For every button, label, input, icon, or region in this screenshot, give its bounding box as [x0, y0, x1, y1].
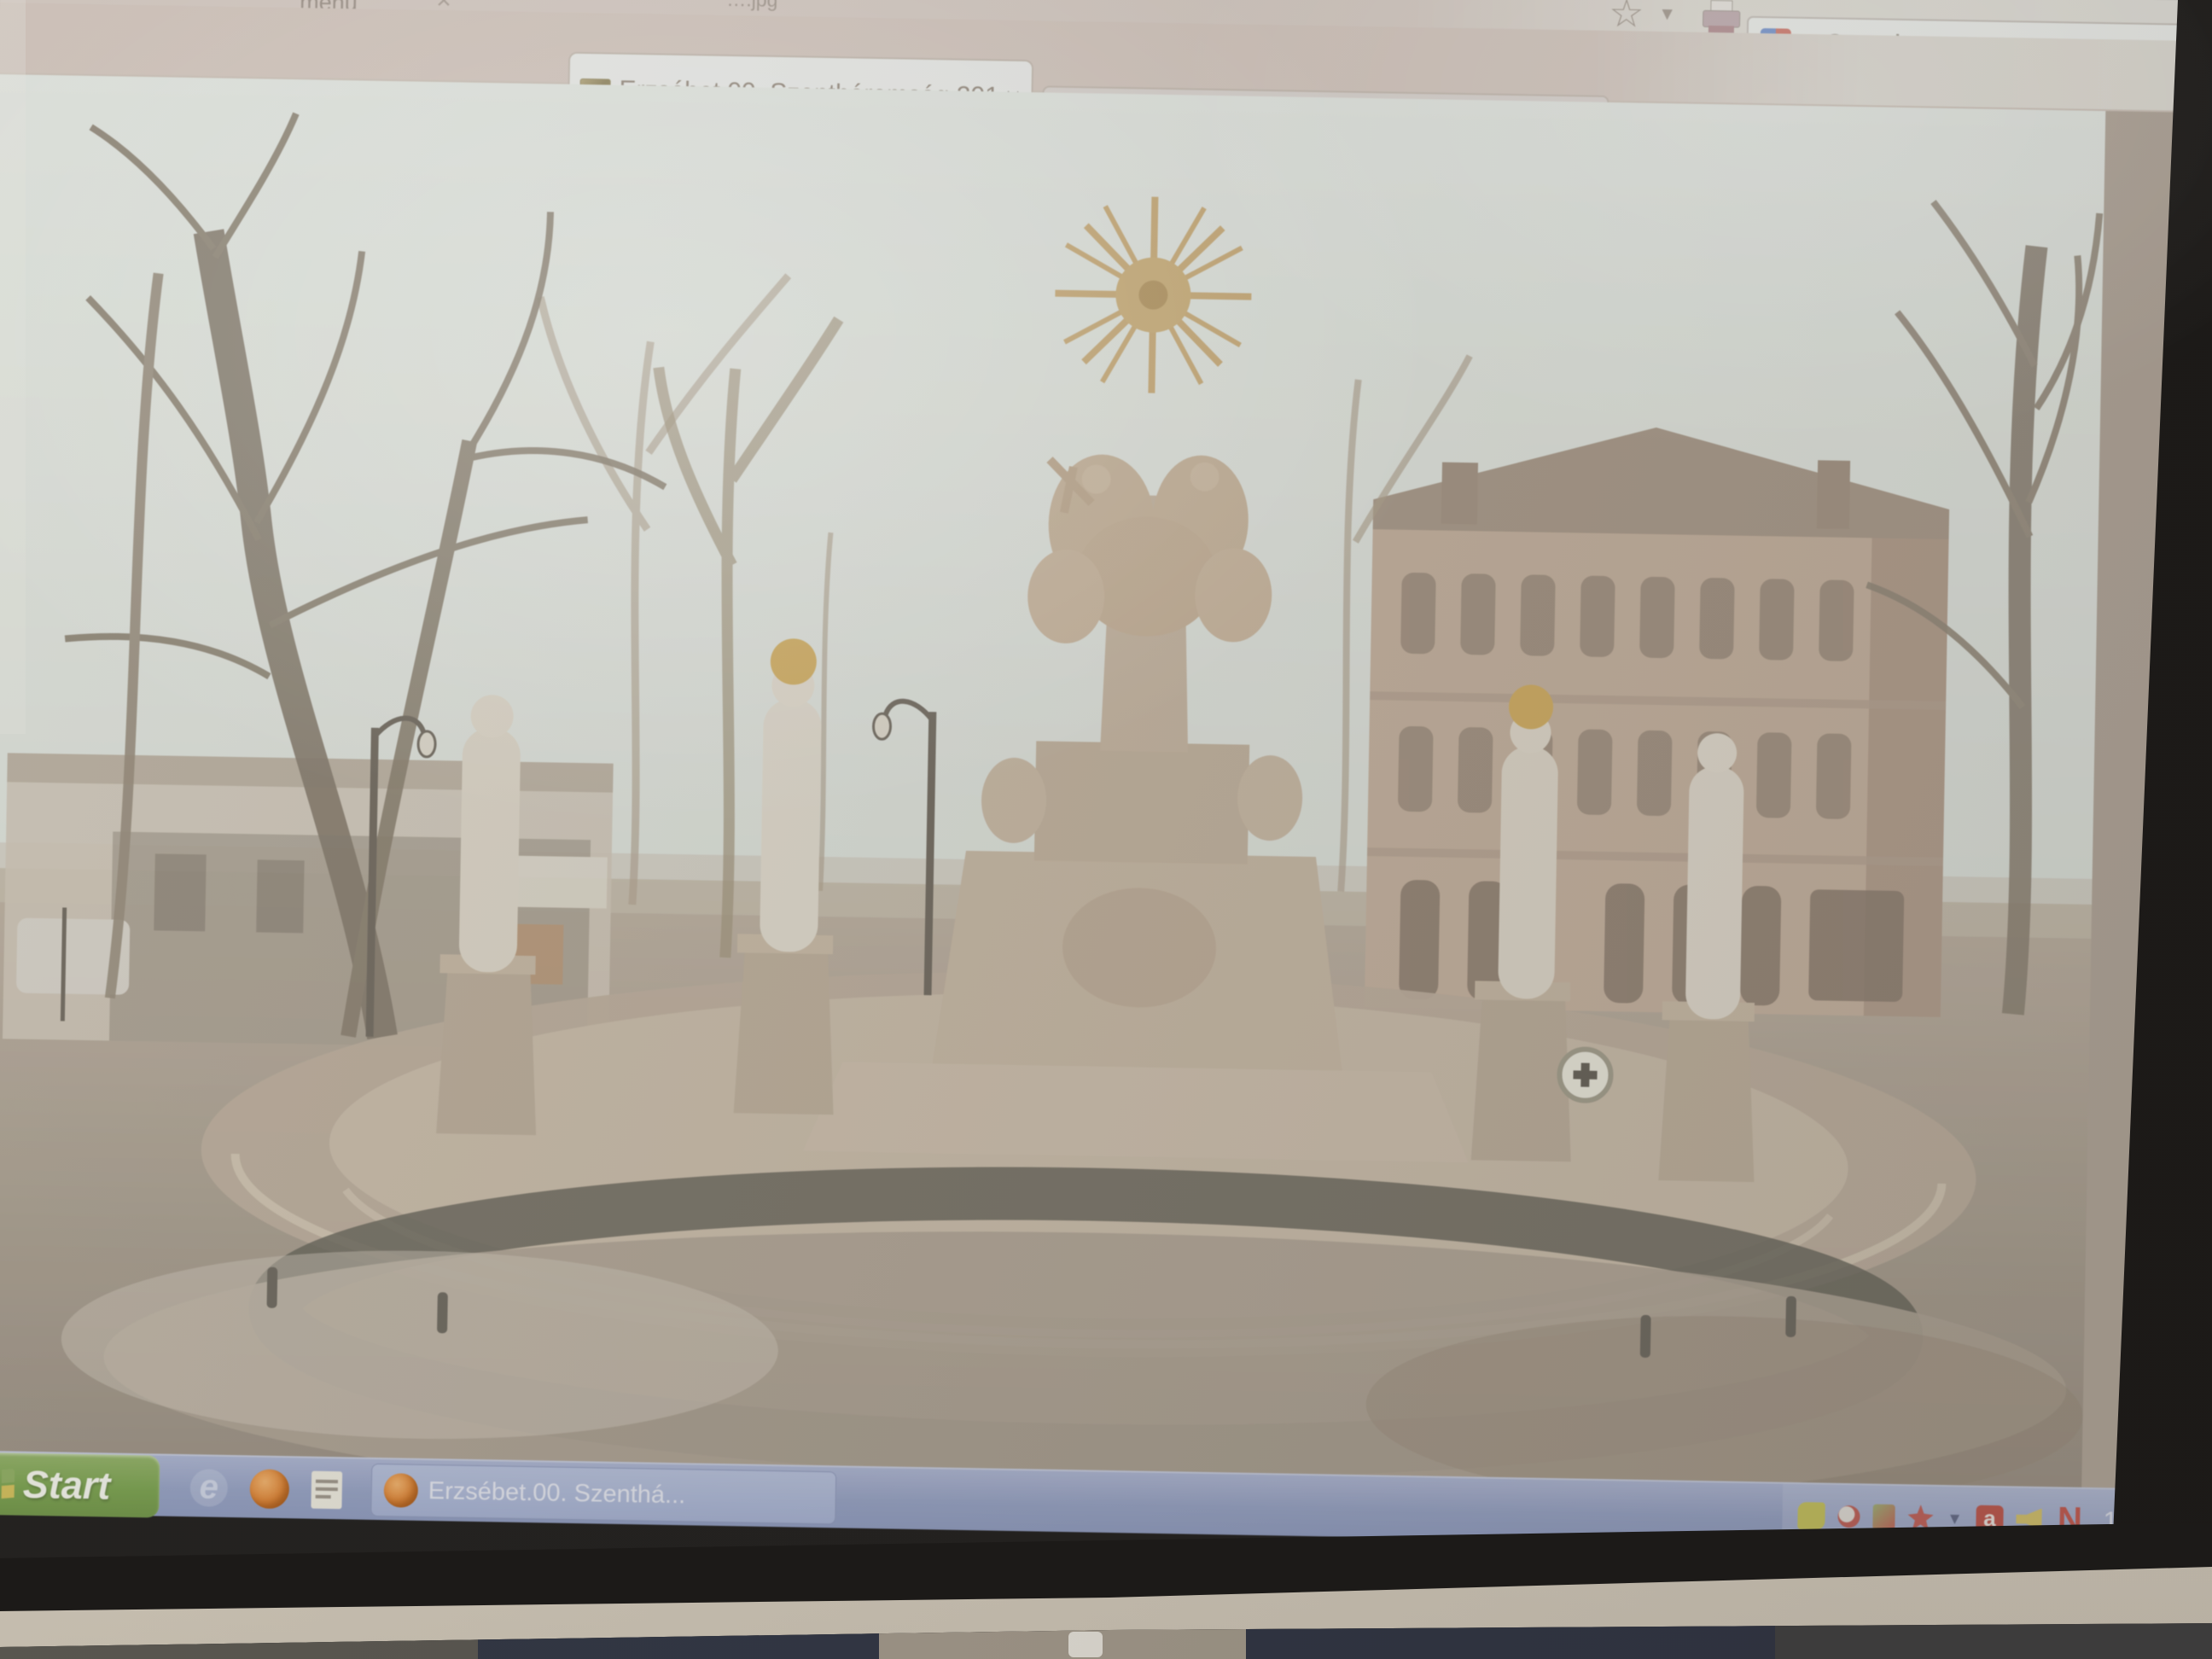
page-image[interactable]: [0, 74, 2105, 1487]
projection-screen-photo: menü × ….jpg ☆ ▼ ▼ Google Erzsébet.00. S…: [0, 0, 2212, 1659]
tray-nod32-icon[interactable]: N: [2054, 1506, 2086, 1534]
tray-expand-caret-icon[interactable]: ▾: [1946, 1510, 1963, 1527]
page-background-margin: [2081, 111, 2212, 1490]
tray-messenger-icon[interactable]: [1797, 1502, 1825, 1530]
internet-explorer-icon[interactable]: e: [189, 1469, 228, 1507]
furniture: [1246, 1621, 1775, 1659]
system-tray: ▾ a N 17:46: [1782, 1484, 2141, 1552]
wall: [0, 1632, 478, 1659]
bookmark-menu-caret-icon[interactable]: ▼: [1658, 4, 1676, 25]
taskbar-clock[interactable]: 17:46: [2103, 1505, 2178, 1538]
windows-flag-icon: [0, 1468, 15, 1499]
quick-launch: e: [183, 1456, 342, 1521]
tray-avast-icon[interactable]: a: [1976, 1505, 2004, 1533]
tray-alert-icon[interactable]: [1907, 1505, 1934, 1531]
trinity-square-scene: [0, 74, 2105, 1487]
wall-fixture: [1068, 1632, 1103, 1657]
start-label: Start: [22, 1462, 110, 1508]
firefox-icon[interactable]: [249, 1469, 289, 1509]
wall-column: [879, 1618, 1246, 1659]
tray-volume-icon[interactable]: [2016, 1508, 2041, 1531]
taskbar-window-button[interactable]: Erzsébet.00. Szenthá...: [370, 1464, 836, 1525]
projected-desktop: menü × ….jpg ☆ ▼ ▼ Google Erzsébet.00. S…: [0, 0, 2212, 1558]
print-icon[interactable]: [1703, 0, 1741, 35]
tray-security-icon[interactable]: [1872, 1504, 1895, 1529]
titlebar-fragment: ….jpg: [726, 0, 778, 12]
start-button[interactable]: Start: [0, 1452, 160, 1518]
document-icon[interactable]: [311, 1470, 342, 1509]
furniture: [478, 1626, 879, 1659]
tray-update-icon[interactable]: [1837, 1505, 1860, 1527]
firefox-icon: [383, 1473, 418, 1508]
taskbar-window-label: Erzsébet.00. Szenthá...: [428, 1477, 686, 1510]
